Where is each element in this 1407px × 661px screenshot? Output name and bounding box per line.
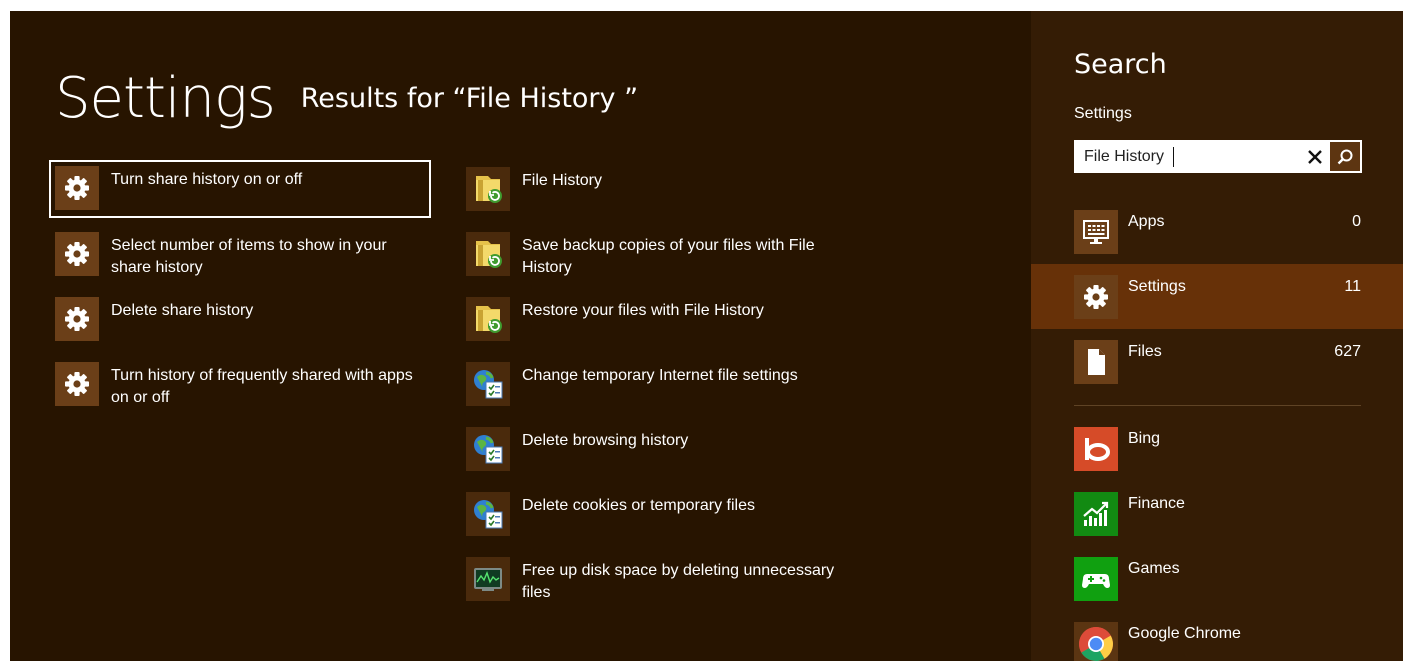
file-history-icon xyxy=(466,297,510,341)
result-label: Free up disk space by deleting unnecessa… xyxy=(522,562,835,601)
search-go-button[interactable] xyxy=(1330,142,1360,171)
result-item-file-history[interactable]: File History xyxy=(460,161,842,219)
app-name: Finance xyxy=(1128,495,1185,512)
results-heading: Settings Results for “File History ” xyxy=(55,66,638,131)
apps-icon xyxy=(1074,210,1118,254)
pane-divider xyxy=(1074,405,1361,406)
result-label: Turn share history on or off xyxy=(111,171,303,188)
search-category-files[interactable]: Files 627 xyxy=(1031,329,1403,394)
search-pane-title: Search xyxy=(1074,49,1167,80)
search-app-games[interactable]: Games xyxy=(1031,546,1403,611)
result-item-turn-share-history[interactable]: Turn share history on or off xyxy=(49,160,431,218)
gear-icon xyxy=(55,166,99,210)
bing-icon xyxy=(1074,427,1118,471)
result-item-save-backup-copies[interactable]: Save backup copies of your files with Fi… xyxy=(460,226,842,284)
search-app-bing[interactable]: Bing xyxy=(1031,416,1403,481)
file-history-icon xyxy=(466,167,510,211)
result-label: Change temporary Internet file settings xyxy=(522,367,798,384)
internet-options-icon xyxy=(466,362,510,406)
search-app-finance[interactable]: Finance xyxy=(1031,481,1403,546)
result-label: Select number of items to show in your s… xyxy=(111,237,387,276)
games-icon xyxy=(1074,557,1118,601)
category-name: Files xyxy=(1128,343,1162,360)
internet-options-icon xyxy=(466,492,510,536)
search-category-apps[interactable]: Apps 0 xyxy=(1031,199,1403,264)
result-label: Delete browsing history xyxy=(522,432,689,449)
close-icon xyxy=(1308,149,1322,164)
result-item-delete-browsing-history[interactable]: Delete browsing history xyxy=(460,421,842,479)
result-item-delete-share-history[interactable]: Delete share history xyxy=(49,291,431,349)
category-name: Apps xyxy=(1128,213,1165,230)
app-name: Google Chrome xyxy=(1128,625,1241,642)
category-name: Settings xyxy=(1128,278,1186,295)
start-search-screen: Settings Results for “File History ” Turn… xyxy=(10,11,1403,661)
result-item-restore-files[interactable]: Restore your files with File History xyxy=(460,291,842,349)
result-label: Delete cookies or temporary files xyxy=(522,497,755,514)
search-icon xyxy=(1337,149,1353,164)
file-history-icon xyxy=(466,232,510,276)
search-category-settings[interactable]: Settings 11 xyxy=(1031,264,1403,329)
result-item-free-up-disk-space[interactable]: Free up disk space by deleting unnecessa… xyxy=(460,551,842,609)
internet-options-icon xyxy=(466,427,510,471)
result-item-select-number-items[interactable]: Select number of items to show in your s… xyxy=(49,226,431,284)
gear-icon xyxy=(1074,275,1118,319)
gear-icon xyxy=(55,232,99,276)
app-name: Bing xyxy=(1128,430,1161,447)
gear-icon xyxy=(55,362,99,406)
results-for-label: Results for “File History ” xyxy=(300,83,639,114)
text-caret xyxy=(1173,147,1174,167)
file-icon xyxy=(1074,340,1118,384)
result-item-delete-cookies[interactable]: Delete cookies or temporary files xyxy=(460,486,842,544)
page-title: Settings xyxy=(55,66,276,131)
category-count: 0 xyxy=(1352,213,1361,230)
category-count: 627 xyxy=(1334,343,1361,360)
category-count: 11 xyxy=(1344,278,1361,295)
results-area: Settings Results for “File History ” Turn… xyxy=(10,11,1031,661)
result-label: Restore your files with File History xyxy=(522,302,764,319)
result-label: Delete share history xyxy=(111,302,254,319)
gear-icon xyxy=(55,297,99,341)
search-input[interactable] xyxy=(1074,140,1294,173)
result-label: Save backup copies of your files with Fi… xyxy=(522,237,815,276)
clear-search-button[interactable] xyxy=(1300,140,1330,173)
search-scope-label: Settings xyxy=(1074,105,1132,122)
app-name: Games xyxy=(1128,560,1180,577)
search-box xyxy=(1074,140,1362,173)
result-item-turn-history-frequently-shared[interactable]: Turn history of frequently shared with a… xyxy=(49,356,431,414)
search-pane: Search Settings Apps 0 Settings 11 xyxy=(1031,11,1403,661)
chrome-icon xyxy=(1074,622,1118,661)
finance-icon xyxy=(1074,492,1118,536)
disk-cleanup-icon xyxy=(466,557,510,601)
result-label: Turn history of frequently shared with a… xyxy=(111,367,413,406)
result-item-change-temp-internet-settings[interactable]: Change temporary Internet file settings xyxy=(460,356,842,414)
result-label: File History xyxy=(522,172,603,189)
search-app-google-chrome[interactable]: Google Chrome xyxy=(1031,611,1403,661)
